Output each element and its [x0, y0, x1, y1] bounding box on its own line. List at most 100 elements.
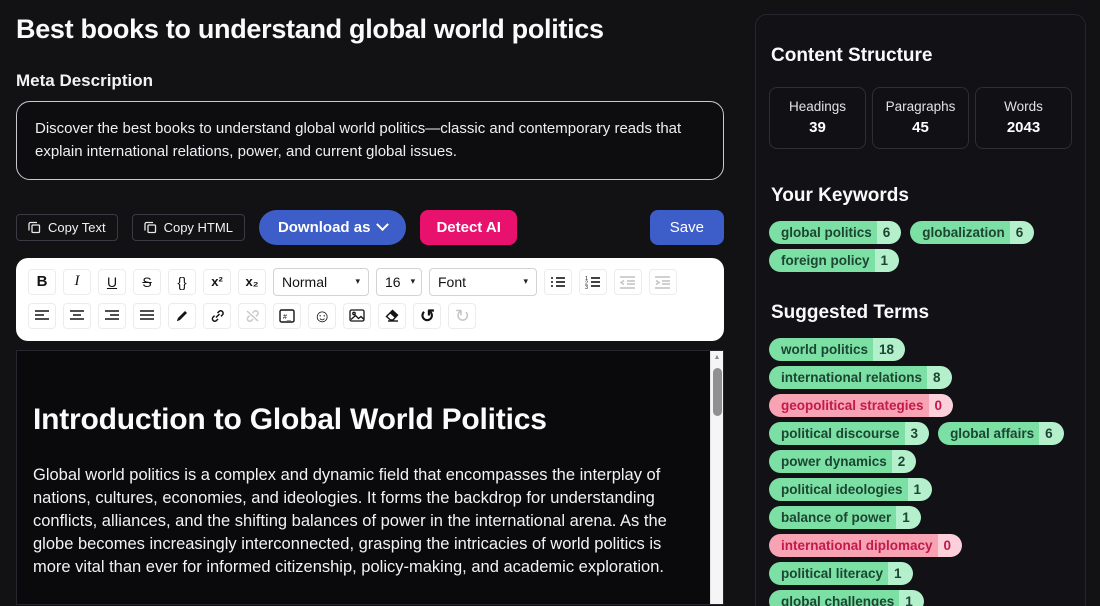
keyword-count-badge: 8 — [927, 366, 952, 389]
numbered-list-button[interactable]: 1 2 3 — [579, 269, 607, 295]
subscript-button[interactable]: x₂ — [238, 269, 266, 295]
keyword-count-badge: 0 — [929, 394, 954, 417]
keyword-count-badge: 18 — [873, 338, 905, 361]
download-as-button[interactable]: Download as — [259, 210, 407, 245]
keyword-count-badge: 1 — [896, 506, 921, 529]
stat-label: Words — [980, 99, 1067, 114]
keyword-pill[interactable]: international relations 8 — [769, 366, 952, 389]
editor-scrollbar[interactable]: ▲ — [710, 351, 723, 604]
align-center-button[interactable] — [63, 303, 91, 329]
action-bar: Copy Text Copy HTML Download as Detect A… — [16, 210, 724, 245]
keyword-count-badge: 1 — [908, 478, 933, 501]
chevron-down-icon — [377, 218, 390, 231]
keyword-count-badge: 0 — [938, 534, 963, 557]
content-structure-stats: Headings 39 Paragraphs 45 Words 2043 — [769, 87, 1072, 149]
font-size-select[interactable]: 16 ▾ — [376, 268, 422, 296]
keyword-pill[interactable]: geopolitical strategies 0 — [769, 394, 953, 417]
document-body: Introduction to Global World Politics Gl… — [17, 351, 723, 579]
stat-value: 45 — [877, 119, 964, 136]
copy-html-label: Copy HTML — [164, 220, 233, 235]
meta-description-label: Meta Description — [16, 71, 724, 91]
document-paragraph: Global world politics is a complex and d… — [33, 464, 675, 579]
keyword-pill[interactable]: global affairs 6 — [938, 422, 1064, 445]
outdent-button[interactable] — [614, 269, 642, 295]
align-justify-button[interactable] — [133, 303, 161, 329]
emoji-button[interactable]: ☺ — [308, 303, 336, 329]
keyword-pill[interactable]: power dynamics 2 — [769, 450, 916, 473]
font-family-select[interactable]: Font ▾ — [429, 268, 537, 296]
paragraph-style-select[interactable]: Normal ▾ — [273, 268, 369, 296]
code-button[interactable]: {} — [168, 269, 196, 295]
keyword-pill[interactable]: foreign policy 1 — [769, 249, 899, 272]
keyword-count-badge: 1 — [888, 562, 913, 585]
undo-button[interactable]: ↺ — [413, 303, 441, 329]
eraser-button[interactable] — [378, 303, 406, 329]
editor-content-area[interactable]: Introduction to Global World Politics Gl… — [16, 350, 724, 605]
undo-icon: ↺ — [420, 307, 435, 325]
keyword-pill[interactable]: globalization 6 — [910, 221, 1034, 244]
keyword-pill[interactable]: international diplomacy 0 — [769, 534, 962, 557]
superscript-button[interactable]: x² — [203, 269, 231, 295]
bold-button[interactable]: B — [28, 269, 56, 295]
keyword-label: global affairs — [938, 422, 1039, 445]
suggested-terms-list: world politics 18 international relation… — [769, 338, 1072, 606]
keyword-label: global politics — [769, 221, 877, 244]
keyword-count-badge: 1 — [899, 590, 924, 606]
svg-text:#_: #_ — [283, 314, 291, 321]
keyword-pill[interactable]: balance of power 1 — [769, 506, 921, 529]
stat-label: Headings — [774, 99, 861, 114]
keyword-label: international relations — [769, 366, 927, 389]
keyword-count-badge: 6 — [877, 221, 902, 244]
copy-html-button[interactable]: Copy HTML — [132, 214, 245, 241]
scrollbar-up-arrow[interactable]: ▲ — [711, 351, 723, 365]
stat-value: 2043 — [980, 119, 1067, 136]
copy-text-button[interactable]: Copy Text — [16, 214, 118, 241]
align-left-button[interactable] — [28, 303, 56, 329]
italic-button[interactable]: I — [63, 269, 91, 295]
insert-image-button[interactable] — [343, 303, 371, 329]
text-color-pen-button[interactable] — [168, 303, 196, 329]
keyword-pill[interactable]: political discourse 3 — [769, 422, 929, 445]
keyword-count-badge: 2 — [892, 450, 917, 473]
detect-ai-button[interactable]: Detect AI — [420, 210, 516, 245]
stat-label: Paragraphs — [877, 99, 964, 114]
keyword-label: geopolitical strategies — [769, 394, 929, 417]
stat-box: Words 2043 — [975, 87, 1072, 149]
copy-icon — [28, 221, 41, 234]
code-block-button[interactable]: #_ — [273, 303, 301, 329]
content-structure-title: Content Structure — [771, 45, 1072, 67]
keyword-label: political discourse — [769, 422, 905, 445]
link-button[interactable] — [203, 303, 231, 329]
keyword-label: political ideologies — [769, 478, 908, 501]
bullet-list-button[interactable] — [544, 269, 572, 295]
align-right-button[interactable] — [98, 303, 126, 329]
meta-description-text: Discover the best books to understand gl… — [35, 120, 681, 160]
keyword-pill[interactable]: political ideologies 1 — [769, 478, 932, 501]
keyword-count-badge: 1 — [875, 249, 900, 272]
keyword-pill[interactable]: global politics 6 — [769, 221, 901, 244]
indent-button[interactable] — [649, 269, 677, 295]
keyword-pill[interactable]: world politics 18 — [769, 338, 905, 361]
page-title: Best books to understand global world po… — [16, 14, 724, 45]
strikethrough-button[interactable]: S — [133, 269, 161, 295]
main-column: Best books to understand global world po… — [16, 0, 724, 605]
keyword-count-badge: 6 — [1010, 221, 1035, 244]
save-button[interactable]: Save — [650, 210, 724, 245]
keyword-pill[interactable]: political literacy 1 — [769, 562, 913, 585]
scrollbar-thumb[interactable] — [713, 368, 722, 416]
your-keywords-title: Your Keywords — [771, 185, 1072, 207]
stat-box: Paragraphs 45 — [872, 87, 969, 149]
underline-button[interactable]: U — [98, 269, 126, 295]
download-as-label: Download as — [278, 219, 371, 236]
your-keywords-list: global politics 6 globalization 6 foreig… — [769, 221, 1072, 272]
unlink-button[interactable] — [238, 303, 266, 329]
font-family-value: Font — [438, 274, 466, 290]
dropdown-arrow-icon: ▾ — [411, 276, 416, 287]
svg-text:3: 3 — [585, 285, 588, 289]
meta-description-box[interactable]: Discover the best books to understand gl… — [16, 101, 724, 180]
copy-text-label: Copy Text — [48, 220, 106, 235]
redo-icon: ↻ — [455, 307, 470, 325]
keyword-pill[interactable]: global challenges 1 — [769, 590, 924, 606]
redo-button[interactable]: ↻ — [448, 303, 476, 329]
smiley-icon: ☺ — [313, 307, 331, 325]
